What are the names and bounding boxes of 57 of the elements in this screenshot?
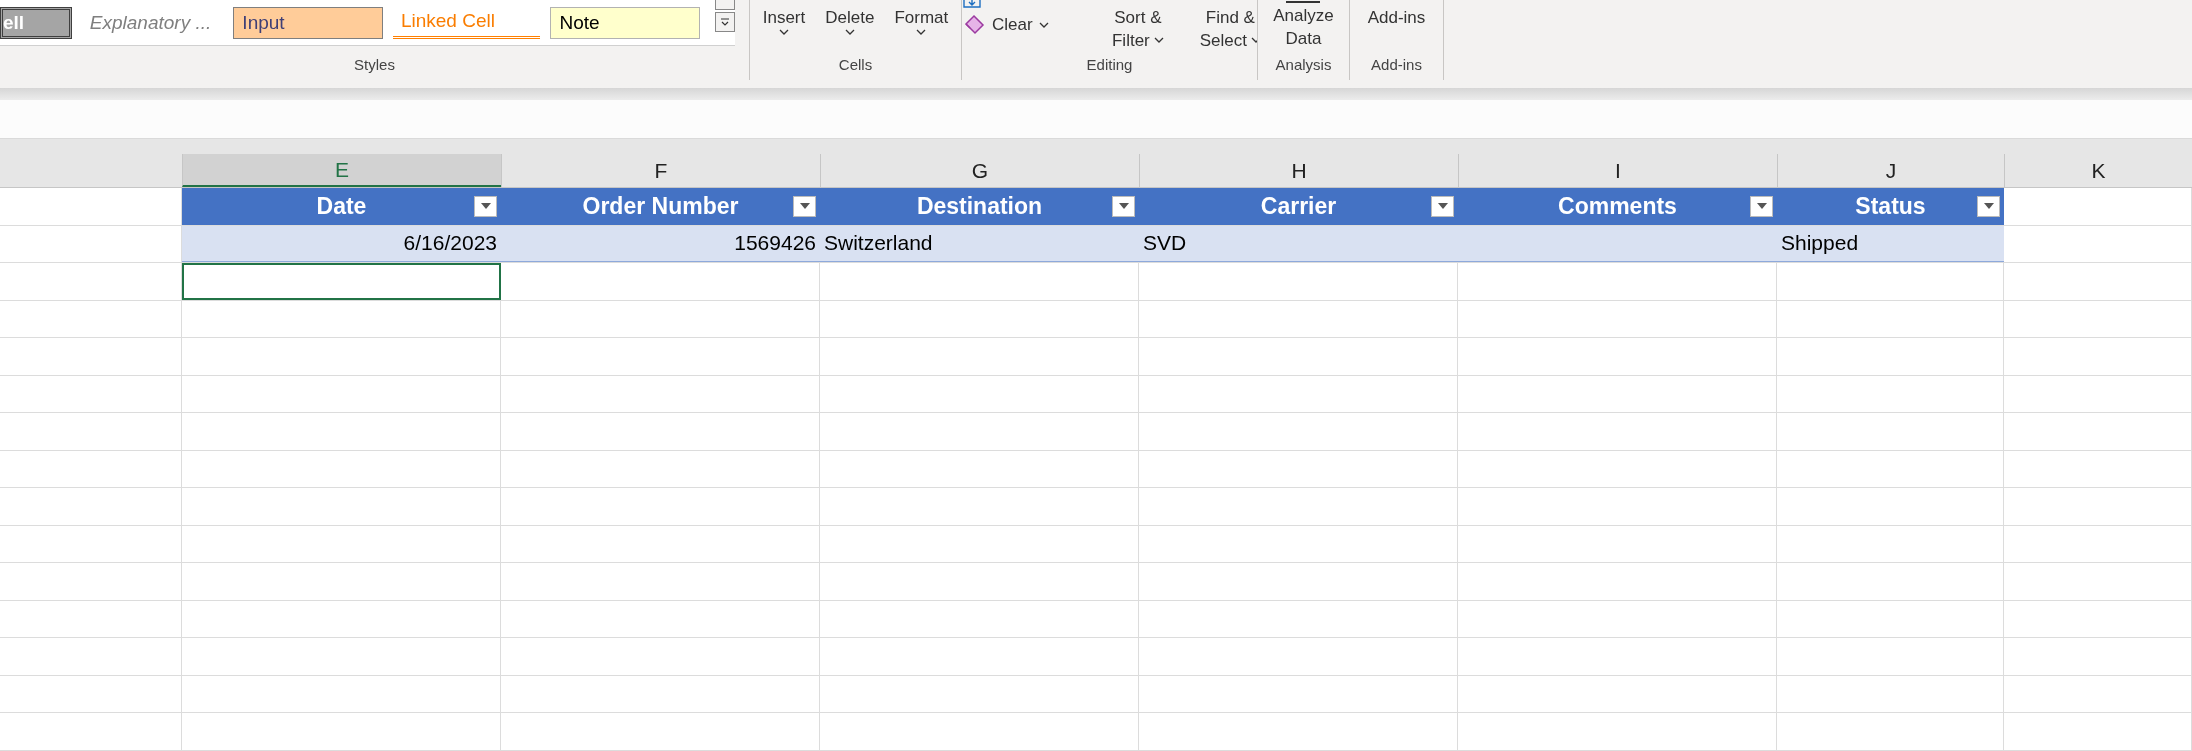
cell-style-option[interactable]: Explanatory ... <box>81 6 224 39</box>
column-header[interactable]: F <box>501 154 820 187</box>
caret-icon <box>916 29 927 36</box>
group-label: Analysis <box>1274 56 1333 75</box>
caret-icon <box>844 29 855 36</box>
eraser-icon <box>962 14 986 36</box>
table-cell: Switzerland <box>824 231 933 256</box>
caret-icon <box>1118 203 1129 210</box>
table-header-cell: Status <box>1855 192 1926 220</box>
filter-dropdown-button[interactable] <box>474 195 497 217</box>
table-header-cell: Destination <box>916 192 1043 220</box>
filter-dropdown-button[interactable] <box>1750 195 1773 217</box>
ribbon-button[interactable]: Delete <box>819 0 881 56</box>
cell-style-option[interactable]: Input <box>233 6 383 39</box>
ribbon-button[interactable]: Add-ins <box>1361 0 1432 56</box>
fill-down-icon <box>962 0 982 8</box>
ribbon-button[interactable]: Sort & Filter <box>1106 0 1170 56</box>
filter-dropdown-button[interactable] <box>1977 195 2000 217</box>
table-cell: Shipped <box>1781 231 1859 256</box>
caret-icon <box>480 203 491 210</box>
column-header[interactable]: G <box>820 154 1139 187</box>
table-cell: 6/16/2023 <box>403 231 497 256</box>
table-header-cell: Date <box>316 192 367 220</box>
ribbon-button[interactable]: Insert <box>756 0 812 56</box>
table-header-cell: Carrier <box>1260 192 1337 220</box>
table-cell: SVD <box>1143 231 1187 256</box>
caret-icon <box>1437 203 1448 210</box>
group-label: Styles <box>353 56 396 75</box>
cell-style-option[interactable]: Note <box>550 6 700 39</box>
caret-icon <box>1983 203 1994 210</box>
caret-icon <box>1038 21 1049 29</box>
active-cell[interactable] <box>182 263 501 300</box>
filter-dropdown-button[interactable] <box>1112 195 1135 217</box>
ribbon-button[interactable]: Format <box>888 0 955 56</box>
filter-dropdown-button[interactable] <box>793 195 816 217</box>
caret-icon <box>779 29 789 36</box>
table-header-cell: Comments <box>1558 192 1677 220</box>
ribbon-button[interactable]: Analyze Data <box>1267 0 1340 56</box>
table-header-cell: Order Number <box>582 192 739 220</box>
group-label: Add-ins <box>1370 56 1423 75</box>
group-label: Editing <box>1085 56 1134 75</box>
column-header[interactable]: H <box>1139 154 1458 187</box>
column-header[interactable]: E <box>182 154 501 187</box>
expand-icon <box>720 17 730 27</box>
caret-icon <box>1756 203 1767 210</box>
ribbon-button[interactable]: Find & Select <box>1193 0 1257 56</box>
filter-dropdown-button[interactable] <box>1431 195 1454 217</box>
column-header[interactable]: J <box>1777 154 2004 187</box>
group-label: Cells <box>837 56 874 75</box>
more-styles-button[interactable] <box>715 12 735 32</box>
column-header[interactable]: K <box>2004 154 2192 187</box>
clear-button[interactable]: Clear <box>962 12 1082 38</box>
table-cell: 1569426 <box>734 231 816 256</box>
column-header[interactable]: I <box>1458 154 1777 187</box>
scroll-up-button[interactable] <box>715 0 735 10</box>
caret-icon <box>1153 37 1164 44</box>
caret-icon <box>799 203 810 210</box>
